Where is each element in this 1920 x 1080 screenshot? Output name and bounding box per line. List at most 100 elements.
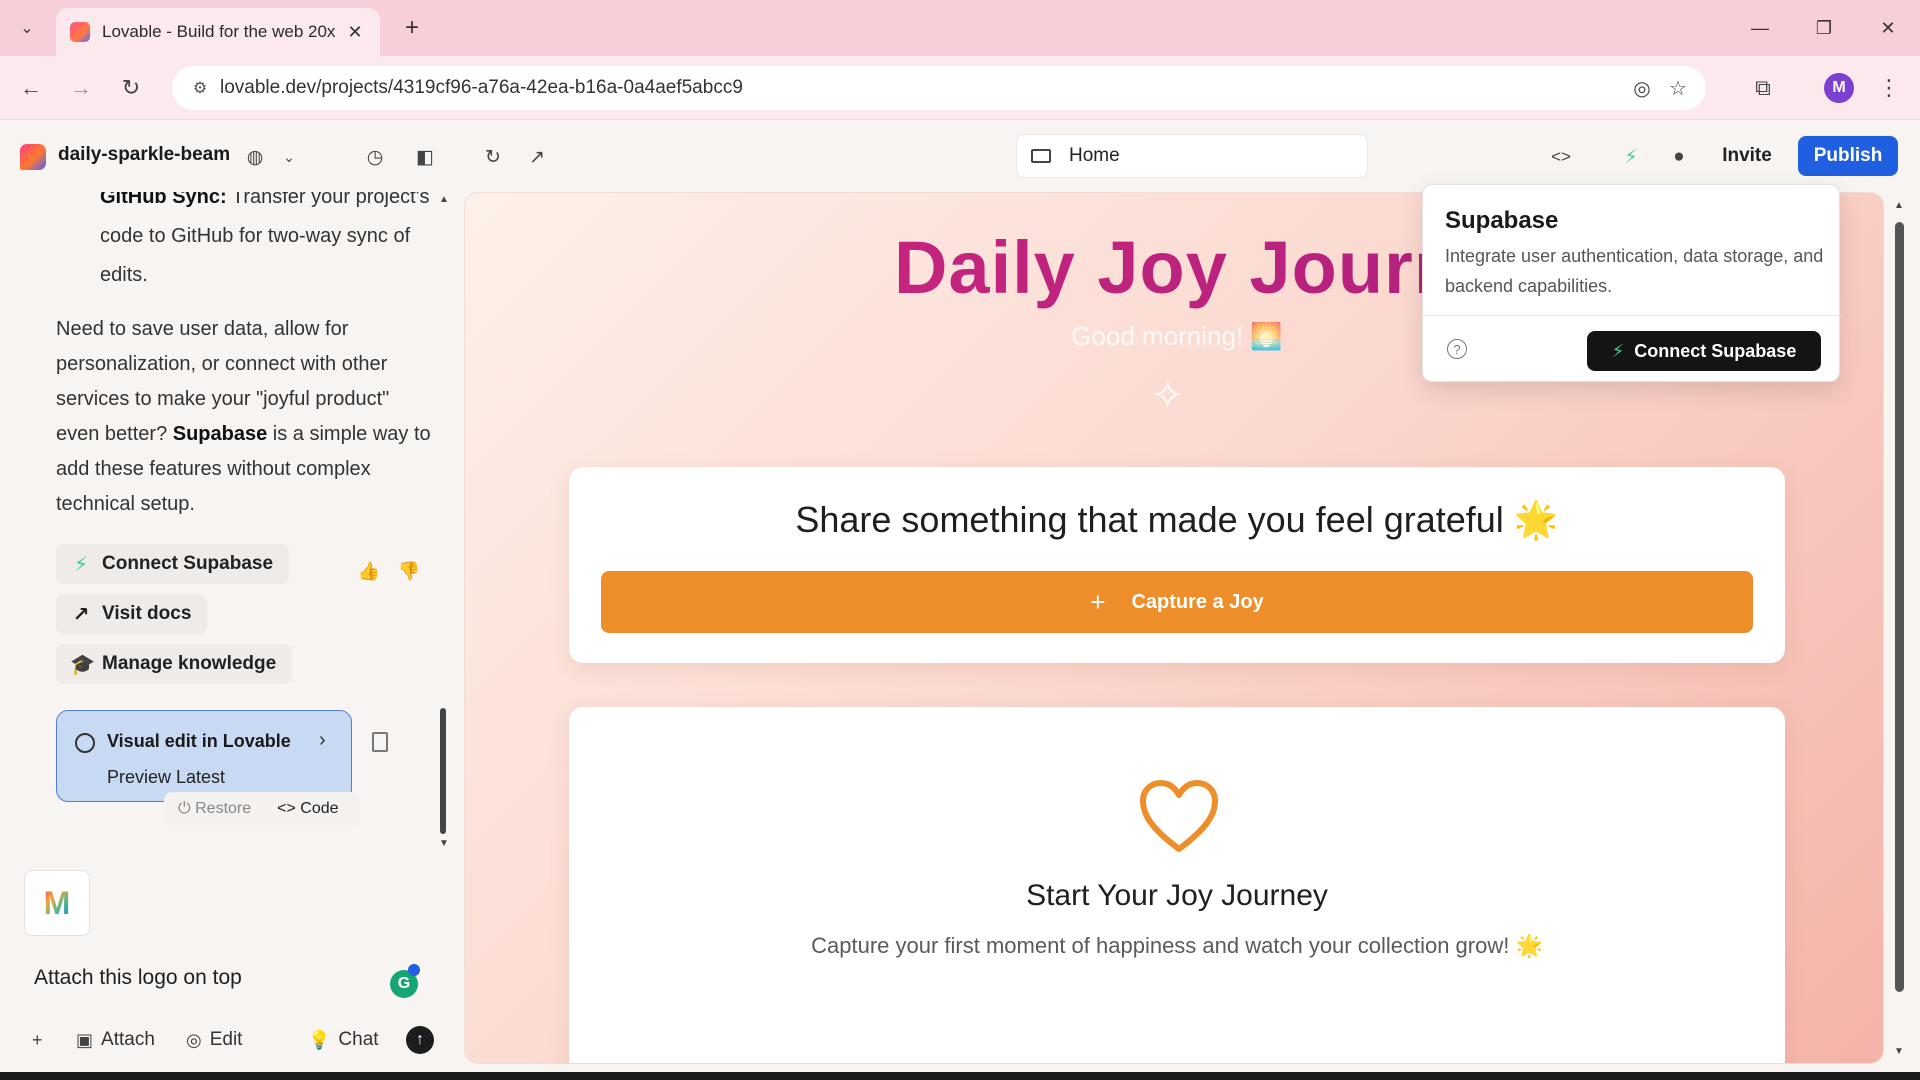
chat-label: Chat [338, 1029, 379, 1050]
code-button[interactable]: <> Code [277, 800, 338, 818]
chat-panel: GitHub Sync: Transfer your project's cod… [0, 192, 462, 1080]
chat-list-item: GitHub Sync: Transfer your project's cod… [100, 192, 430, 295]
eye-off-icon[interactable]: ◎ [1624, 76, 1660, 101]
supabase-popover: Supabase Integrate user authentication, … [1422, 184, 1841, 382]
popover-description: Integrate user authentication, data stor… [1445, 246, 1824, 296]
grammarly-badge [408, 964, 420, 976]
plus-icon: + [1090, 586, 1106, 617]
manage-knowledge-label: Manage knowledge [102, 653, 277, 674]
tab-title: Lovable - Build for the web 20x [102, 22, 336, 41]
empty-state-subtitle: Capture your first moment of happiness a… [811, 933, 1543, 958]
connect-supabase-chip[interactable]: ⚡ Connect Supabase [56, 544, 290, 584]
address-bar[interactable]: ⚙ lovable.dev/projects/4319cf96-a76a-42e… [172, 66, 1706, 110]
popover-title: Supabase [1445, 207, 1559, 234]
close-window-icon[interactable]: ✕ [1868, 12, 1908, 44]
visual-edit-card[interactable]: Visual edit in Lovable › Preview Latest [56, 710, 352, 802]
scroll-up-arrow-icon[interactable]: ▲ [438, 194, 450, 205]
tab-search-chevron-icon[interactable]: ⌄ [10, 13, 44, 43]
chat-message: Need to save user data, allow for person… [56, 312, 436, 522]
route-selector[interactable]: Home [1016, 134, 1368, 178]
sidebar-toggle-icon[interactable]: ◧ [410, 142, 440, 172]
send-arrow-button[interactable]: ↑ [406, 1026, 434, 1054]
visit-docs-chip[interactable]: ↗ Visit docs [56, 594, 208, 634]
refresh-preview-icon[interactable]: ↻ [478, 142, 508, 172]
new-tab-plus-icon[interactable]: + [396, 12, 428, 44]
tab-close-icon[interactable]: ✕ [344, 22, 366, 43]
capture-joy-button[interactable]: + Capture a Joy [601, 571, 1753, 633]
chat-scrollbar[interactable]: ▲ ▼ [438, 192, 450, 852]
connect-supabase-button[interactable]: ⚡ Connect Supabase [1587, 331, 1821, 371]
extensions-puzzle-icon[interactable]: ⧉ [1746, 71, 1780, 105]
browser-menu-icon[interactable]: ⋮ [1872, 71, 1906, 105]
edit-label: Edit [209, 1029, 243, 1050]
graduation-cap-icon: 🎓 [70, 653, 95, 676]
forward-arrow-icon[interactable]: → [64, 71, 98, 105]
bookmark-star-icon[interactable]: ☆ [1660, 76, 1696, 101]
image-icon: ▣ [76, 1029, 94, 1050]
arrow-up-right-icon: ↗ [72, 603, 90, 626]
edit-button[interactable]: ◎ Edit [186, 1022, 242, 1058]
monitor-icon [1031, 149, 1051, 163]
bookmark-icon[interactable] [372, 732, 388, 752]
lovable-logo-icon[interactable] [20, 144, 46, 170]
browser-nav-bar: ← → ↻ ⚙ lovable.dev/projects/4319cf96-a7… [0, 56, 1920, 120]
scroll-up-arrow-icon[interactable]: ▲ [1892, 200, 1906, 211]
composer-input[interactable]: Attach this logo on top [34, 966, 242, 990]
code-icon[interactable]: <> [1546, 142, 1576, 172]
preview-scroll-thumb[interactable] [1895, 222, 1904, 992]
manage-knowledge-chip[interactable]: 🎓 Manage knowledge [56, 644, 293, 684]
route-label: Home [1069, 145, 1120, 166]
chevron-right-icon: › [319, 729, 326, 751]
chat-scroll-thumb[interactable] [440, 708, 446, 834]
chat-mode-button[interactable]: 💡 Chat [308, 1022, 379, 1058]
chat-message-bold: Supabase [172, 423, 268, 445]
popover-divider [1423, 315, 1841, 316]
scroll-down-arrow-icon[interactable]: ▼ [438, 838, 450, 849]
chat-history[interactable]: GitHub Sync: Transfer your project's cod… [0, 192, 440, 852]
github-icon[interactable]: ● [1664, 142, 1694, 172]
history-icon[interactable]: ◷ [360, 142, 390, 172]
browser-tab-bar: ⌄ Lovable - Build for the web 20x ✕ + — … [0, 0, 1920, 56]
plus-icon: + [32, 1029, 43, 1050]
globe-icon [75, 733, 95, 753]
heart-icon [1140, 780, 1218, 852]
supabase-bolt-icon: ⚡ [73, 553, 89, 576]
capture-joy-label: Capture a Joy [1131, 590, 1264, 613]
scroll-down-arrow-icon[interactable]: ▼ [1892, 1046, 1906, 1057]
visual-edit-title: Visual edit in Lovable [107, 731, 291, 751]
open-external-icon[interactable]: ↗ [522, 142, 552, 172]
invite-button[interactable]: Invite [1708, 136, 1786, 176]
code-label: Code [300, 800, 339, 817]
browser-tab[interactable]: Lovable - Build for the web 20x ✕ [56, 8, 380, 56]
attach-label: Attach [101, 1029, 155, 1050]
thumbs-down-icon[interactable]: 👎 [394, 556, 424, 586]
reload-icon[interactable]: ↻ [114, 71, 148, 105]
thumbs-up-icon[interactable]: 👍 [354, 556, 384, 586]
minimize-icon[interactable]: — [1740, 12, 1780, 44]
supabase-bolt-icon[interactable]: ⚡ [1616, 142, 1646, 172]
connect-supabase-label: Connect Supabase [1634, 340, 1797, 361]
supabase-bolt-icon: ⚡ [1611, 340, 1625, 361]
target-icon: ◎ [186, 1029, 202, 1050]
url-text: lovable.dev/projects/4319cf96-a76a-42ea-… [220, 77, 743, 98]
chevron-down-icon[interactable]: ⌄ [274, 142, 304, 172]
restore-button[interactable]: ⏻ Restore [178, 800, 251, 818]
version-tools: ⏻ Restore <> Code [164, 792, 360, 826]
restore-window-icon[interactable]: ❐ [1804, 12, 1844, 44]
site-info-icon[interactable]: ⚙ [180, 78, 220, 98]
profile-avatar[interactable]: M [1824, 73, 1854, 103]
lightbulb-icon: 💡 [308, 1029, 331, 1050]
back-arrow-icon[interactable]: ← [14, 71, 48, 105]
preview-latest-label: Preview Latest [107, 767, 226, 787]
project-name[interactable]: daily-sparkle-beam [58, 144, 230, 166]
attached-logo-thumbnail[interactable]: M [24, 870, 90, 936]
attach-button[interactable]: ▣ Attach [76, 1022, 155, 1058]
attached-logo-image: M [43, 884, 71, 921]
lovable-favicon-icon [70, 22, 90, 42]
publish-button[interactable]: Publish [1798, 136, 1898, 176]
add-plus-button[interactable]: + [32, 1022, 51, 1058]
help-question-icon[interactable]: ? [1447, 339, 1467, 359]
connect-supabase-label: Connect Supabase [102, 553, 274, 574]
globe-icon[interactable]: ◍ [240, 142, 270, 172]
preview-scrollbar[interactable]: ▲ ▼ [1892, 200, 1906, 1060]
